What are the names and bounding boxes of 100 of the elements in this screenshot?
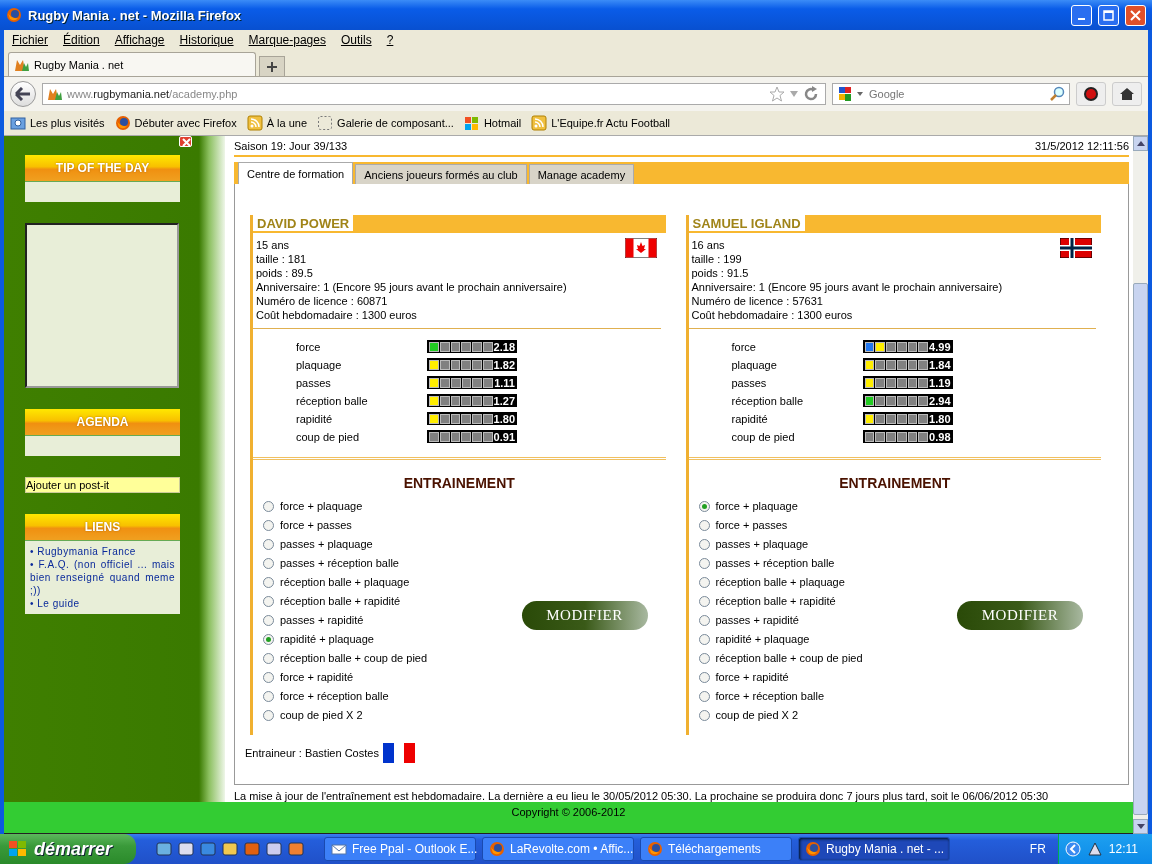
training-option[interactable]: passes + réception balle <box>715 557 835 569</box>
radio-button[interactable] <box>698 576 710 588</box>
menu-item[interactable]: Édition <box>63 33 100 47</box>
radio-button[interactable] <box>263 576 274 588</box>
training-option[interactable]: coup de pied X 2 <box>715 709 799 721</box>
taskbar-button[interactable]: Free Ppal - Outlook E... <box>324 837 476 861</box>
training-option[interactable]: réception balle + coup de pied <box>280 652 428 664</box>
app-icon[interactable] <box>178 841 194 857</box>
radio-button[interactable] <box>698 557 710 569</box>
menu-item[interactable]: Outils <box>340 33 372 47</box>
minimize-button[interactable] <box>1071 4 1092 26</box>
radio-button[interactable] <box>698 595 710 607</box>
app-icon[interactable] <box>288 841 304 857</box>
menu-item[interactable]: Marque-pages <box>248 33 326 47</box>
scrollbar-thumb[interactable] <box>1133 283 1148 815</box>
address-bar[interactable]: www.rugbymania.net/academy.php <box>42 83 826 105</box>
radio-button[interactable] <box>698 690 710 702</box>
dropdown-icon[interactable] <box>857 92 863 96</box>
search-icon[interactable] <box>1049 86 1065 102</box>
training-option[interactable]: force + passes <box>280 519 352 531</box>
taskbar-button[interactable]: Rugby Mania . net - ... <box>798 837 950 861</box>
radio-button[interactable] <box>263 519 274 531</box>
browser-tab[interactable]: Rugby Mania . net <box>8 52 256 76</box>
page-tab[interactable]: Anciens joueurs formés au club <box>355 164 527 184</box>
training-option[interactable]: coup de pied X 2 <box>280 709 363 721</box>
taskbar-button[interactable]: Téléchargements <box>640 837 792 861</box>
menu-item[interactable]: Historique <box>179 33 234 47</box>
radio-button[interactable] <box>263 671 274 683</box>
search-box[interactable]: Google <box>832 83 1070 105</box>
training-option[interactable]: force + plaquage <box>715 500 798 512</box>
training-option[interactable]: force + réception balle <box>280 690 389 702</box>
radio-button[interactable] <box>263 557 274 569</box>
bookmark-item[interactable]: Galerie de composant... <box>317 115 454 131</box>
chevron-icon[interactable] <box>1064 841 1081 857</box>
training-option[interactable]: rapidité + plaquage <box>715 633 810 645</box>
training-option[interactable]: réception balle + rapidité <box>715 595 836 607</box>
google-logo-icon[interactable] <box>837 86 853 102</box>
sidebar-link[interactable]: • Rugbymania France <box>30 545 175 558</box>
training-option[interactable]: passes + rapidité <box>280 614 364 626</box>
radio-button[interactable] <box>263 614 274 626</box>
bookmark-item[interactable]: Débuter avec Firefox <box>114 115 237 131</box>
page-tab[interactable]: Manage academy <box>528 164 635 184</box>
training-option[interactable]: réception balle + plaquage <box>715 576 845 588</box>
scroll-up-button[interactable] <box>1133 136 1148 151</box>
sidebar-link[interactable]: • F.A.Q. (non officiel ... mais bien renseigné quand meme ;)) <box>30 558 175 597</box>
training-option[interactable]: passes + plaquage <box>715 538 809 550</box>
training-option[interactable]: force + rapidité <box>280 671 354 683</box>
menu-item[interactable]: Fichier <box>12 33 48 47</box>
radio-button[interactable] <box>263 595 274 607</box>
sidebar-link[interactable]: • Le guide <box>30 597 175 610</box>
modify-button[interactable]: MODIFIER <box>957 601 1083 630</box>
post-it-link[interactable]: Ajouter un post-it <box>25 477 180 493</box>
radio-button[interactable] <box>698 519 710 531</box>
record-button[interactable] <box>1076 82 1106 106</box>
scroll-down-button[interactable] <box>1133 819 1148 834</box>
modify-button[interactable]: MODIFIER <box>521 601 648 630</box>
training-option[interactable]: rapidité + plaquage <box>280 633 374 645</box>
training-option[interactable]: réception balle + plaquage <box>280 576 410 588</box>
training-option[interactable]: réception balle + rapidité <box>280 595 401 607</box>
training-option[interactable]: réception balle + coup de pied <box>715 652 863 664</box>
bookmark-item[interactable]: À la une <box>246 115 308 131</box>
menu-item[interactable]: ? <box>386 33 394 47</box>
start-button[interactable]: démarrer <box>0 834 136 864</box>
radio-button[interactable] <box>698 500 710 512</box>
training-option[interactable]: force + passes <box>715 519 788 531</box>
radio-button[interactable] <box>263 690 274 702</box>
close-button[interactable] <box>179 136 192 147</box>
training-option[interactable]: force + rapidité <box>715 671 789 683</box>
new-tab-button[interactable] <box>259 56 285 76</box>
app-icon[interactable] <box>222 841 238 857</box>
bookmark-item[interactable]: L'Equipe.fr Actu Football <box>531 115 671 131</box>
radio-button[interactable] <box>698 538 710 550</box>
app-icon[interactable] <box>266 841 282 857</box>
training-option[interactable]: force + réception balle <box>715 690 825 702</box>
menu-item[interactable]: Affichage <box>114 33 165 47</box>
training-option[interactable]: passes + rapidité <box>715 614 799 626</box>
language-indicator[interactable]: FR <box>1017 842 1058 856</box>
home-button[interactable] <box>1112 82 1142 106</box>
radio-button[interactable] <box>698 614 710 626</box>
radio-button[interactable] <box>698 652 710 664</box>
radio-button[interactable] <box>263 500 274 512</box>
app-icon[interactable] <box>156 841 172 857</box>
star-icon[interactable] <box>769 86 785 102</box>
radio-button[interactable] <box>698 709 710 721</box>
taskbar-button[interactable]: LaRevolte.com • Affic... <box>482 837 634 861</box>
radio-button[interactable] <box>698 633 710 645</box>
training-option[interactable]: force + plaquage <box>280 500 363 512</box>
radio-button[interactable] <box>263 538 274 550</box>
radio-button[interactable] <box>263 633 274 645</box>
radio-button[interactable] <box>263 652 274 664</box>
page-tab[interactable]: Centre de formation <box>238 162 354 184</box>
radio-button[interactable] <box>698 671 710 683</box>
reload-icon[interactable] <box>803 86 819 102</box>
maximize-button[interactable] <box>1098 4 1119 26</box>
bookmark-item[interactable]: Hotmail <box>463 115 522 131</box>
training-option[interactable]: passes + plaquage <box>280 538 373 550</box>
back-button[interactable] <box>10 81 36 107</box>
radio-button[interactable] <box>263 709 274 721</box>
training-option[interactable]: passes + réception balle <box>280 557 399 569</box>
bookmark-item[interactable]: Les plus visités <box>10 115 105 131</box>
